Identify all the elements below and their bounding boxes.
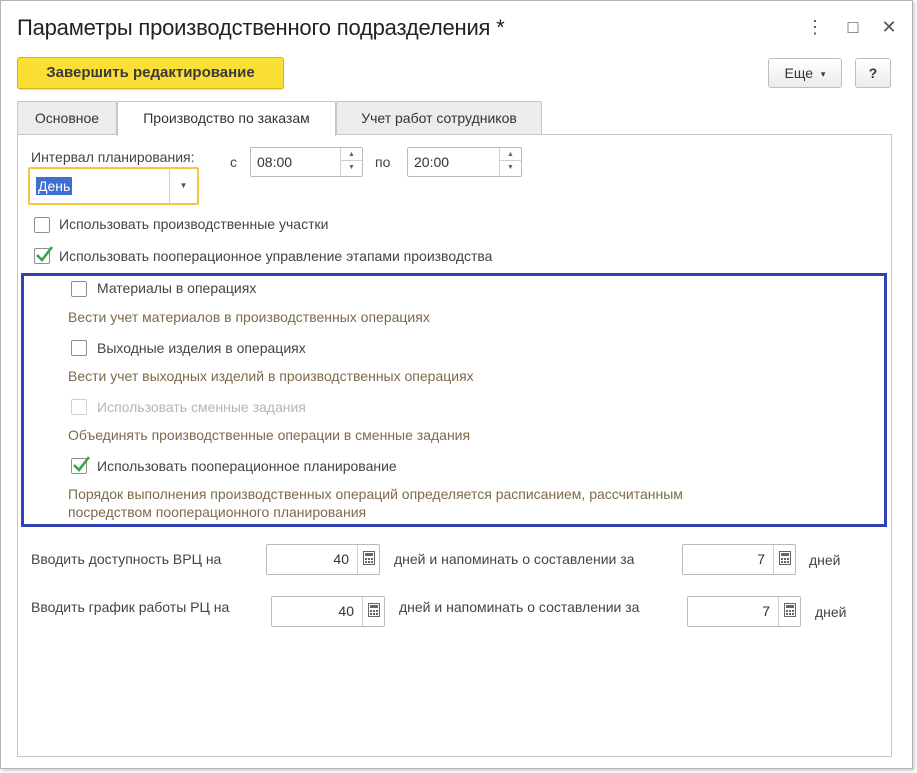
vrc-remind-value: 7: [757, 551, 765, 567]
calculator-icon: [779, 551, 791, 565]
help-button[interactable]: ?: [855, 58, 891, 88]
use-sections-checkbox[interactable]: [34, 217, 50, 233]
vrc-remind-field[interactable]: 7: [682, 544, 796, 575]
materials-checkbox[interactable]: [71, 281, 87, 297]
materials-hint: Вести учет материалов в производственных…: [68, 309, 430, 325]
checkmark-icon: [36, 246, 54, 262]
window-title: Параметры производственного подразделени…: [17, 15, 505, 40]
time-from-value: 08:00: [257, 154, 293, 170]
calculator-button[interactable]: [362, 597, 384, 626]
rc-remind-label: дней и напоминать о составлении за: [399, 599, 640, 615]
calculator-button[interactable]: [778, 597, 800, 626]
calculator-icon: [784, 603, 796, 617]
tab-orders-production[interactable]: Производство по заказам: [117, 101, 336, 136]
finish-editing-button[interactable]: Завершить редактирование: [17, 57, 284, 89]
vrc-availability-label: Вводить доступность ВРЦ на: [31, 551, 222, 567]
outputs-hint: Вести учет выходных изделий в производст…: [68, 368, 474, 384]
spin-up-icon[interactable]: ▲: [341, 148, 362, 161]
interval-label: Интервал планирования:: [31, 149, 195, 165]
maximize-icon[interactable]: □: [841, 15, 865, 39]
more-menu-icon[interactable]: ⋮: [803, 15, 827, 39]
rc-remind-value: 7: [762, 603, 770, 619]
calculator-icon: [368, 603, 380, 617]
shift-tasks-label: Использовать сменные задания: [97, 399, 306, 415]
op-planning-label: Использовать пооперационное планирование: [97, 458, 397, 474]
more-button-label: Еще: [784, 65, 814, 81]
more-button[interactable]: Еще ▾: [768, 58, 842, 88]
interval-selected-value: День: [36, 177, 73, 195]
from-label: с: [230, 154, 237, 170]
vrc-remind-label: дней и напоминать о составлении за: [394, 551, 635, 567]
close-icon[interactable]: ✕: [877, 15, 901, 39]
use-operations-checkbox[interactable]: [34, 246, 54, 264]
op-planning-hint-line2: посредством пооперационного планирования: [68, 504, 367, 520]
to-label: по: [375, 154, 391, 170]
outputs-label: Выходные изделия в операциях: [97, 340, 306, 356]
shift-tasks-checkbox: [71, 399, 87, 415]
dialog-window: Параметры производственного подразделени…: [0, 0, 913, 769]
calculator-button[interactable]: [773, 545, 795, 574]
spin-down-icon[interactable]: ▼: [500, 161, 521, 174]
op-planning-checkbox[interactable]: [71, 456, 91, 474]
time-to-spinner[interactable]: ▲ ▼: [499, 148, 521, 176]
tab-main[interactable]: Основное: [17, 101, 117, 135]
checkmark-icon: [73, 456, 91, 472]
materials-label: Материалы в операциях: [97, 280, 257, 296]
rc-days-field[interactable]: 40: [271, 596, 385, 627]
rc-schedule-label: Вводить график работы РЦ на: [31, 599, 230, 615]
vrc-days-field[interactable]: 40: [266, 544, 380, 575]
time-to-field[interactable]: 20:00 ▲ ▼: [407, 147, 522, 177]
shift-tasks-hint: Объединять производственные операции в с…: [68, 427, 471, 443]
use-operations-label: Использовать пооперационное управление э…: [59, 248, 493, 264]
rc-days-value: 40: [338, 603, 354, 619]
vrc-days-value: 40: [333, 551, 349, 567]
use-sections-label: Использовать производственные участки: [59, 216, 329, 232]
outputs-checkbox[interactable]: [71, 340, 87, 356]
vrc-days-suffix: дней: [809, 552, 841, 568]
rc-days-suffix: дней: [815, 604, 847, 620]
time-to-value: 20:00: [414, 154, 450, 170]
interval-select[interactable]: День ▼: [28, 167, 199, 205]
tab-employee-work[interactable]: Учет работ сотрудников: [336, 101, 542, 135]
op-planning-hint-line1: Порядок выполнения производственных опер…: [68, 486, 683, 502]
spin-down-icon[interactable]: ▼: [341, 161, 362, 174]
time-from-spinner[interactable]: ▲ ▼: [340, 148, 362, 176]
calculator-button[interactable]: [357, 545, 379, 574]
calculator-icon: [363, 551, 375, 565]
time-from-field[interactable]: 08:00 ▲ ▼: [250, 147, 363, 177]
spin-up-icon[interactable]: ▲: [500, 148, 521, 161]
dropdown-arrow-icon[interactable]: ▼: [169, 169, 197, 203]
chevron-down-icon: ▾: [820, 69, 826, 79]
rc-remind-field[interactable]: 7: [687, 596, 801, 627]
